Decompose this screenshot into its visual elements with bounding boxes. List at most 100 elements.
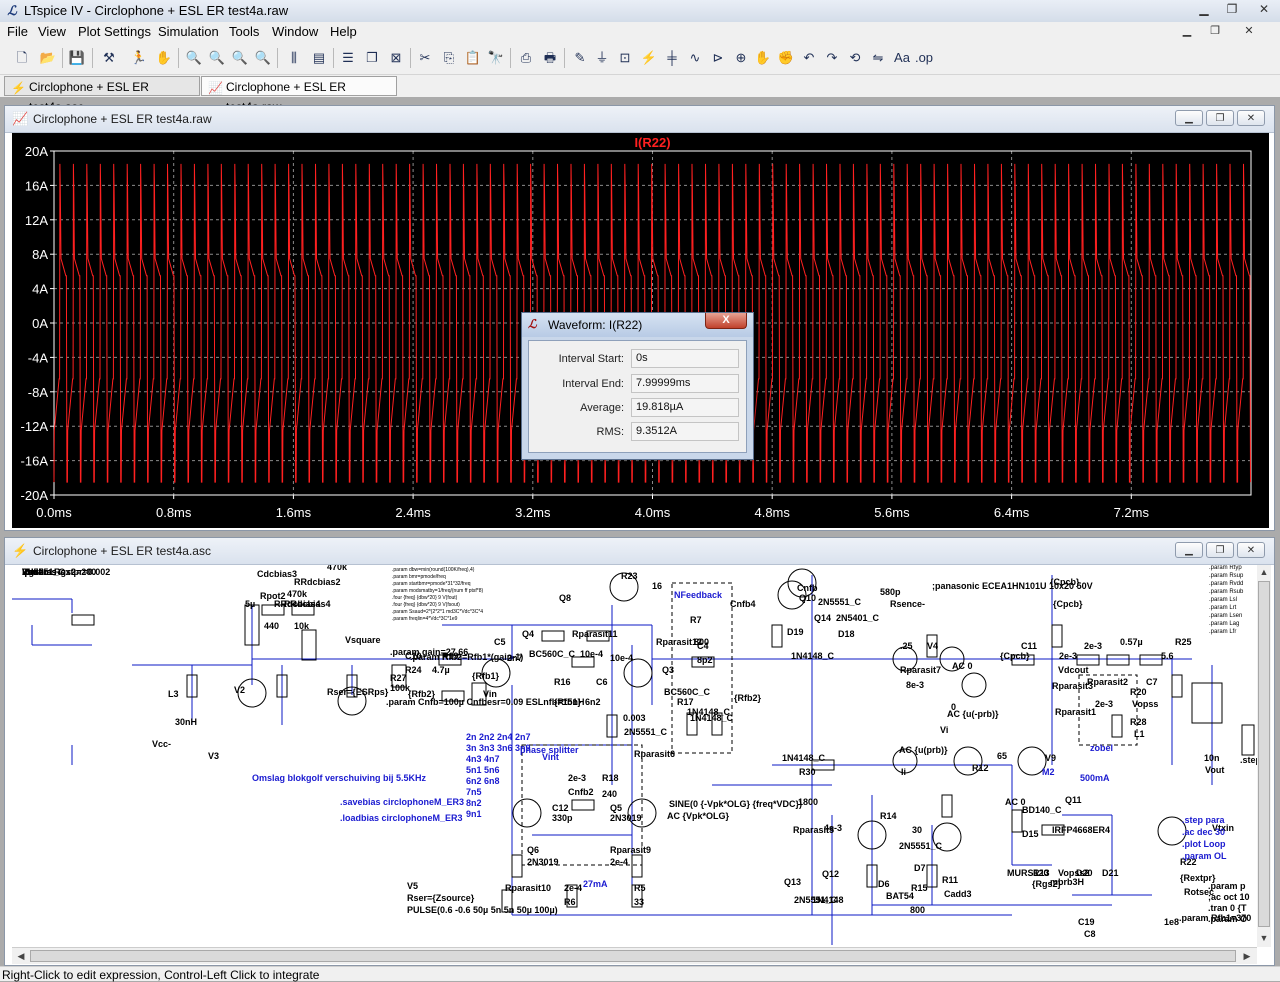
schematic-label: 470k <box>287 589 308 599</box>
schematic-label: Q14 <box>814 613 831 623</box>
capacitor-icon[interactable]: ╪ <box>662 48 682 68</box>
close-icon[interactable]: ✕ <box>1237 110 1265 126</box>
draw-wire-icon[interactable]: ✎ <box>570 48 590 68</box>
schematic-label: Q4 <box>522 629 534 639</box>
menu-tools[interactable]: Tools <box>229 24 259 40</box>
redo-icon[interactable]: ↷ <box>822 48 842 68</box>
find-icon[interactable]: 🔭 <box>486 48 506 68</box>
component-body <box>301 629 317 661</box>
print-icon[interactable]: 🖶 <box>540 48 560 68</box>
schematic-label: R18 <box>602 773 619 783</box>
schematic-label: Vopss <box>1132 699 1158 709</box>
scroll-left-icon[interactable]: ◀ <box>14 949 28 963</box>
zoom-out-icon[interactable]: 🔍 <box>230 48 250 68</box>
menu-simulation[interactable]: Simulation <box>158 24 219 40</box>
autorange-icon[interactable]: ⫼ <box>284 48 304 68</box>
menu-file[interactable]: File <box>7 24 28 40</box>
schematic-label: .plot Loop <box>1182 839 1226 849</box>
schematic-label: Q11 <box>1065 795 1082 805</box>
undo-icon[interactable]: ↶ <box>799 48 819 68</box>
schematic-label: 4n3 4n7 <box>466 754 500 764</box>
inductor-icon[interactable]: ∿ <box>685 48 705 68</box>
cascade-icon[interactable]: ❐ <box>362 48 382 68</box>
spice-directive-icon[interactable]: .op <box>914 48 934 68</box>
menu-window[interactable]: Window <box>272 24 318 40</box>
scroll-right-icon[interactable]: ▶ <box>1240 949 1254 963</box>
control-panel-icon[interactable]: ⚒ <box>99 48 119 68</box>
schematic-label: .param modsmatby=1/freq/(num ff ptsf*8) <box>392 588 484 594</box>
close-icon[interactable]: ✕ <box>1250 0 1278 18</box>
schematic-label: 10e-4 <box>580 649 603 659</box>
menu-view[interactable]: View <box>38 24 66 40</box>
scroll-down-icon[interactable]: ▼ <box>1257 931 1271 945</box>
move-icon[interactable]: ✋ <box>753 48 773 68</box>
menu-help[interactable]: Help <box>330 24 357 40</box>
tab-schematic[interactable]: ⚡ Circlophone + ESL ER test4a.asc <box>4 76 200 114</box>
mirror-icon[interactable]: ⇋ <box>868 48 888 68</box>
cut-icon[interactable]: ✂ <box>415 48 435 68</box>
schematic-label: 16 <box>652 581 662 591</box>
new-schematic-icon[interactable]: 🗋 <box>12 48 32 68</box>
vertical-scroll-thumb[interactable] <box>1258 581 1270 927</box>
restore-icon[interactable]: ❐ <box>1206 110 1234 126</box>
copy-icon[interactable]: ⎘ <box>439 48 459 68</box>
tile-vertical-icon[interactable]: ☰ <box>338 48 358 68</box>
restore-icon[interactable]: ❐ <box>1206 542 1234 558</box>
schematic-label: 8n2 <box>466 798 482 808</box>
resistor-icon[interactable]: ⚡ <box>639 48 659 68</box>
close-icon[interactable]: ✕ <box>1237 542 1265 558</box>
schematic-label: .param OL <box>1182 851 1227 861</box>
close-all-icon[interactable]: ⊠ <box>386 48 406 68</box>
label-net-icon[interactable]: ⊡ <box>615 48 635 68</box>
status-bar: Right-Click to edit expression, Control-… <box>0 966 1280 982</box>
zoom-area-icon[interactable]: 🔍 <box>207 48 227 68</box>
scroll-up-icon[interactable]: ▲ <box>1257 565 1271 579</box>
component-body <box>511 854 523 878</box>
x-tick-label: 6.4ms <box>994 505 1030 520</box>
print-setup-icon[interactable]: ⎙ <box>516 48 536 68</box>
save-icon[interactable]: 💾 <box>67 48 87 68</box>
minimize-icon[interactable]: ▁ <box>1175 542 1203 558</box>
schematic-canvas[interactable]: Cdcbias3 RRdcbias2 470k 470k Rpot2 5µ RRdcbias… <box>12 565 1257 947</box>
component-icon[interactable]: ⊕ <box>731 48 751 68</box>
mdi-close-icon[interactable]: ✕ <box>1238 22 1260 40</box>
mdi-restore-icon[interactable]: ❐ <box>1204 22 1226 40</box>
component-body <box>771 624 783 648</box>
diode-icon[interactable]: ⊳ <box>708 48 728 68</box>
schematic-label: D7 <box>914 863 926 873</box>
rotate-icon[interactable]: ⟲ <box>845 48 865 68</box>
minimize-icon[interactable]: ▁ <box>1190 0 1218 18</box>
restore-icon[interactable]: ❐ <box>1218 0 1246 18</box>
y-tick-label: -20A <box>21 488 49 503</box>
vertical-scrollbar[interactable]: ▲ ▼ <box>1257 565 1271 947</box>
waveform-window-title: Circlophone + ESL ER test4a.raw <box>33 112 212 126</box>
zoom-in-icon[interactable]: 🔍 <box>184 48 204 68</box>
y-tick-label: 8A <box>32 247 48 262</box>
dialog-title-bar[interactable]: ℒ Waveform: I(R22) X <box>522 313 753 337</box>
schematic-label: Q12 <box>822 869 839 879</box>
mdi-minimize-icon[interactable]: ▁ <box>1176 22 1198 40</box>
app-title-bar: ℒ LTspice IV - Circlophone + ESL ER test… <box>0 0 1280 23</box>
schematic-label: D19 <box>787 627 804 637</box>
halt-icon[interactable]: ✋ <box>154 48 174 68</box>
minimize-icon[interactable]: ▁ <box>1175 110 1203 126</box>
tab-waveform[interactable]: 📈 Circlophone + ESL ER test4a.raw <box>201 76 397 114</box>
open-icon[interactable]: 📂 <box>38 48 58 68</box>
paste-icon[interactable]: 📋 <box>463 48 483 68</box>
drag-icon[interactable]: ✊ <box>776 48 796 68</box>
schematic-label: R16 <box>554 677 571 687</box>
schematic-label: 7n5 <box>466 787 482 797</box>
zoom-fit-icon[interactable]: 🔍 <box>253 48 273 68</box>
schematic-label: 10n <box>1204 753 1220 763</box>
dialog-close-button[interactable]: X <box>705 313 747 329</box>
ground-icon[interactable]: ⏚ <box>592 48 612 68</box>
tile-horizontal-icon[interactable]: ▤ <box>309 48 329 68</box>
horizontal-scroll-thumb[interactable] <box>30 950 1236 962</box>
horizontal-scrollbar[interactable]: ◀ ▶ <box>12 947 1257 964</box>
schematic-label: .param Lfr <box>1209 629 1236 635</box>
run-icon[interactable]: 🏃 <box>129 48 149 68</box>
schematic-drawing[interactable]: Cdcbias3RRdcbias2470k470kRpot25µ RRdcbias… <box>12 565 1257 947</box>
menu-plot-settings[interactable]: Plot Settings <box>78 24 151 40</box>
text-icon[interactable]: Aa <box>892 48 912 68</box>
transistor-symbol <box>623 658 653 688</box>
